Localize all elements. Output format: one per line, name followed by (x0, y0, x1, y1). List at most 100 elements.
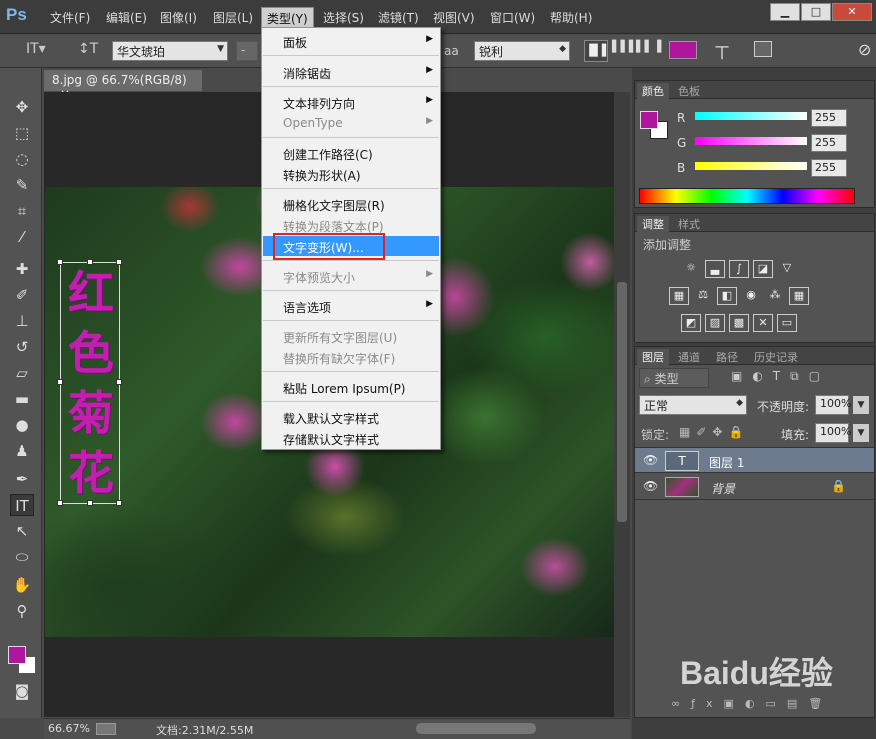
status-icon[interactable] (96, 723, 116, 735)
warp-text-icon[interactable]: ㄒ (714, 39, 730, 63)
blend-mode-select[interactable]: 正常 ◆ (639, 395, 747, 415)
transform-handle[interactable] (57, 379, 63, 385)
pen-tool-icon[interactable]: ✒ (10, 468, 34, 490)
path-select-icon[interactable]: ↖ (10, 520, 34, 542)
menu-item-lorem-ipsum[interactable]: 粘贴 Lorem Ipsum(P) (263, 377, 439, 397)
character-panel-icon[interactable] (754, 41, 772, 57)
move-tool-icon[interactable]: ✥ (10, 96, 34, 118)
menu-item-create-path[interactable]: 创建工作路径(C) (263, 143, 439, 163)
photo-filter-icon[interactable]: ◉ (741, 287, 761, 305)
color-lookup-icon[interactable]: ▦ (789, 287, 809, 305)
exposure-icon[interactable]: ◪ (753, 260, 773, 278)
scrollbar-thumb[interactable] (617, 282, 627, 522)
layer-row[interactable]: 👁 背景 🔒 (635, 474, 874, 500)
blur-tool-icon[interactable]: ● (10, 414, 34, 436)
gradient-tool-icon[interactable]: ▬ (10, 388, 34, 410)
horizontal-scrollbar[interactable] (416, 723, 536, 734)
threshold-icon[interactable]: ▩ (729, 314, 749, 332)
text-bounding-box[interactable]: 红 色 菊 花 (57, 259, 122, 506)
antialias-select[interactable]: 锐利 ◆ (474, 41, 570, 61)
curves-icon[interactable]: ∫ (729, 260, 749, 278)
transform-handle[interactable] (87, 259, 93, 265)
channel-g-slider[interactable] (695, 137, 807, 145)
menu-item-rasterize[interactable]: 栅格化文字图层(R) (263, 194, 439, 214)
menu-layer[interactable]: 图层(L) (213, 9, 253, 26)
levels-icon[interactable]: ▃ (705, 260, 725, 278)
align-center-icon[interactable]: ▌▌▌ (612, 40, 637, 53)
menu-select[interactable]: 选择(S) (323, 9, 364, 26)
layer-filter-icons[interactable]: ▣◐T⧉▢ (731, 369, 830, 384)
font-style-select[interactable]: - (236, 41, 258, 61)
marquee-tool-icon[interactable]: ⬚ (10, 122, 34, 144)
tab-color[interactable]: 颜色 (637, 83, 669, 99)
transform-handle[interactable] (87, 500, 93, 506)
channel-g-value[interactable]: 255 (811, 134, 847, 152)
menu-item-orientation[interactable]: 文本排列方向 ▶ (263, 92, 439, 112)
menu-view[interactable]: 视图(V) (433, 9, 475, 26)
lock-icons[interactable]: ▦✐✥🔒 (679, 425, 749, 439)
healing-brush-icon[interactable]: ✚ (10, 258, 34, 280)
menu-item-language[interactable]: 语言选项 ▶ (263, 296, 439, 316)
doc-info[interactable]: 文档:2.31M/2.55M (156, 722, 253, 738)
font-family-select[interactable]: 华文琥珀 ▼ (112, 41, 228, 61)
layer-row[interactable]: 👁 T 图层 1 (635, 447, 874, 473)
color-spectrum[interactable] (639, 188, 855, 204)
menu-window[interactable]: 窗口(W) (490, 9, 535, 26)
chevron-down-icon[interactable]: ▼ (853, 396, 869, 414)
dodge-tool-icon[interactable]: ♟ (10, 440, 34, 462)
brightness-icon[interactable]: ☼ (681, 260, 701, 278)
opacity-field[interactable]: 100% (815, 395, 851, 415)
tab-layers[interactable]: 图层 (637, 349, 669, 365)
type-tool-preset-icon[interactable]: IT▾ (26, 41, 46, 57)
transform-handle[interactable] (116, 259, 122, 265)
transform-handle[interactable] (57, 259, 63, 265)
menu-item-panel[interactable]: 面板 ▶ (263, 31, 439, 51)
type-tool-icon[interactable]: IT (10, 494, 34, 516)
text-orientation-icon[interactable]: ↕T (78, 41, 98, 57)
menu-item-load-style[interactable]: 载入默认文字样式 (263, 407, 439, 427)
selective-color-icon[interactable]: ✕ (753, 314, 773, 332)
hue-icon[interactable]: ▦ (669, 287, 689, 305)
align-left-icon[interactable]: ▐▌▌ (584, 40, 610, 62)
eye-icon[interactable]: 👁 (643, 453, 658, 467)
tab-swatches[interactable]: 色板 (673, 83, 705, 99)
layer-actions-bar[interactable]: ∞ƒx▣◐▭▤🗑 (671, 697, 833, 710)
close-button[interactable]: ✕ (832, 3, 872, 21)
bw-icon[interactable]: ◧ (717, 287, 737, 305)
cancel-icon[interactable]: ⊘ (858, 40, 871, 59)
quick-mask-icon[interactable]: ◙ (10, 680, 34, 702)
vibrance-icon[interactable]: ▽ (777, 260, 797, 278)
menu-help[interactable]: 帮助(H) (550, 9, 592, 26)
menu-item-convert-shape[interactable]: 转换为形状(A) (263, 164, 439, 184)
invert-icon[interactable]: ◩ (681, 314, 701, 332)
ellipse-tool-icon[interactable]: ⬭ (10, 546, 34, 568)
menu-file[interactable]: 文件(F) (50, 9, 90, 26)
zoom-level[interactable]: 66.67% (48, 722, 90, 735)
gradient-map-icon[interactable]: ▭ (777, 314, 797, 332)
menu-image[interactable]: 图像(I) (160, 9, 197, 26)
quick-select-icon[interactable]: ✎ (10, 174, 34, 196)
hand-tool-icon[interactable]: ✋ (10, 574, 34, 596)
channel-r-value[interactable]: 255 (811, 109, 847, 127)
eraser-tool-icon[interactable]: ▱ (10, 362, 34, 384)
brush-tool-icon[interactable]: ✐ (10, 284, 34, 306)
transform-handle[interactable] (57, 500, 63, 506)
transform-handle[interactable] (116, 500, 122, 506)
channel-mixer-icon[interactable]: ⁂ (765, 287, 785, 305)
fill-field[interactable]: 100% (815, 423, 851, 443)
foreground-color-swatch[interactable] (8, 646, 26, 664)
lasso-tool-icon[interactable]: ◌ (10, 148, 34, 170)
zoom-tool-icon[interactable]: ⚲ (10, 600, 34, 622)
minimize-button[interactable]: ▁ (770, 3, 800, 21)
channel-b-slider[interactable] (695, 162, 807, 170)
vertical-scrollbar[interactable] (614, 92, 630, 717)
chevron-down-icon[interactable]: ▼ (853, 424, 869, 442)
balance-icon[interactable]: ⚖ (693, 287, 713, 305)
menu-item-save-style[interactable]: 存储默认文字样式 (263, 428, 439, 448)
menu-edit[interactable]: 编辑(E) (106, 9, 147, 26)
tab-paths[interactable]: 路径 (711, 349, 743, 365)
posterize-icon[interactable]: ▨ (705, 314, 725, 332)
transform-handle[interactable] (116, 379, 122, 385)
menu-item-antialias[interactable]: 消除锯齿 ▶ (263, 62, 439, 82)
menu-filter[interactable]: 滤镜(T) (378, 9, 419, 26)
